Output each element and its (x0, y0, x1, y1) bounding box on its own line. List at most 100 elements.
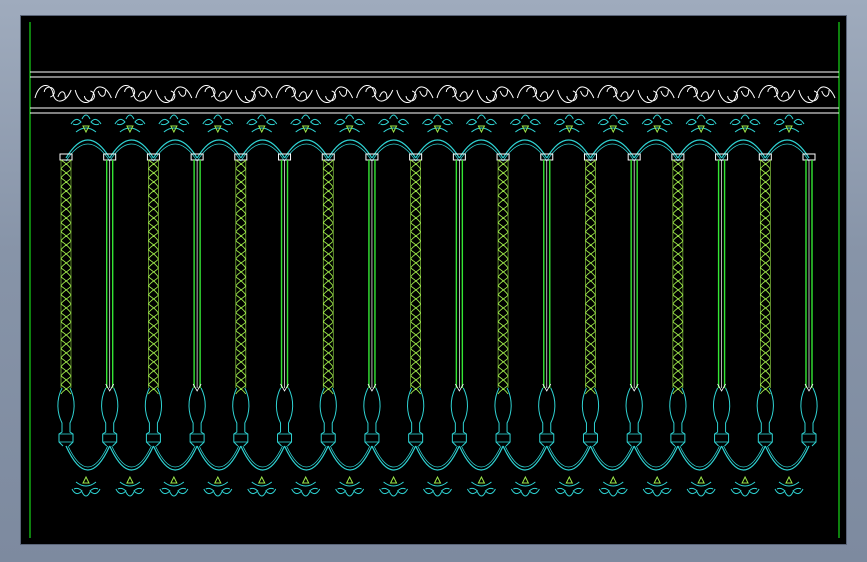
frieze-scroll (74, 86, 112, 103)
top-arch (721, 139, 766, 159)
straight-bar-baluster (538, 153, 556, 447)
top-fleur-ornament (773, 114, 805, 134)
bottom-arch-row (65, 445, 810, 471)
top-fleur-ornament (158, 114, 190, 134)
cad-viewport[interactable] (20, 15, 847, 545)
frieze-scroll (195, 85, 233, 102)
top-arch-inner (677, 143, 722, 162)
bottom-arch (109, 445, 154, 471)
straight-bar-baluster (800, 153, 818, 447)
top-fleur-ornament (597, 114, 629, 134)
top-arch-inner (502, 143, 548, 162)
top-arch-inner (546, 143, 591, 162)
top-fleur-ornament (553, 114, 585, 134)
top-arch-inner (240, 143, 285, 162)
top-arch-inner (196, 143, 242, 162)
bottom-arch-inner (548, 445, 589, 468)
railing-drawing (29, 22, 840, 538)
bottom-arch (589, 445, 635, 471)
bottom-fleur-ornament (423, 475, 452, 497)
twisted-rope-baluster (494, 153, 512, 447)
top-fleur-ornament (246, 114, 278, 134)
top-arch (458, 139, 504, 159)
twisted-rope-baluster (669, 153, 687, 447)
twisted-rope-baluster (756, 153, 774, 447)
top-arch-inner (284, 143, 329, 162)
top-arch (109, 139, 154, 159)
frieze-scroll (356, 85, 394, 102)
bottom-arch (196, 445, 242, 471)
top-arch-inner (415, 143, 460, 162)
bottom-arch-inner (766, 445, 808, 468)
bottom-arch-inner (111, 445, 152, 468)
top-arch-inner (65, 143, 111, 162)
bottom-ornament-row (71, 475, 804, 497)
frieze-scroll (717, 86, 756, 103)
twisted-rope-baluster (144, 153, 163, 447)
top-fleur-ornament (422, 114, 453, 134)
top-fleur-ornament (70, 114, 102, 134)
bottom-fleur-ornament (203, 475, 233, 497)
bottom-arch (65, 445, 111, 471)
scroll-frieze (30, 71, 839, 114)
bottom-fleur-ornament (159, 475, 189, 497)
top-arch-inner (459, 143, 504, 162)
frieze-scroll (235, 86, 273, 103)
frieze-scroll (436, 85, 474, 102)
top-fleur-ornament (114, 114, 146, 134)
straight-bar-baluster (275, 153, 294, 447)
bottom-fleur-ornament (379, 475, 409, 497)
top-arch-row (65, 139, 810, 162)
bottom-arch (764, 445, 810, 471)
straight-bar-baluster (101, 153, 119, 447)
frieze-scroll (476, 86, 514, 103)
top-arch (677, 139, 723, 159)
straight-bar-baluster (363, 153, 381, 447)
frieze-scroll (677, 85, 715, 102)
top-arch (371, 139, 417, 159)
frieze-scroll (637, 86, 675, 103)
frieze-scroll (597, 85, 635, 102)
bottom-fleur-ornament (598, 475, 628, 497)
bottom-fleur-ornament (247, 475, 277, 497)
bottom-arch-inner (460, 445, 502, 468)
top-arch (546, 139, 591, 159)
twisted-rope-baluster (581, 153, 600, 447)
top-arch (152, 139, 198, 159)
bottom-fleur-ornament (466, 475, 496, 497)
bottom-fleur-ornament (642, 475, 672, 497)
bottom-arch-inner (417, 445, 458, 468)
top-arch (764, 139, 810, 159)
top-arch (65, 139, 111, 159)
bottom-fleur-ornament (510, 475, 540, 497)
frieze-scroll (315, 86, 354, 103)
bottom-arch (633, 445, 679, 471)
bottom-fleur-ornament (71, 475, 101, 497)
top-arch (284, 139, 329, 159)
twisted-rope-baluster (407, 153, 425, 447)
straight-bar-baluster (188, 153, 206, 447)
twisted-rope-baluster (57, 153, 75, 447)
top-arch (633, 139, 679, 159)
top-arch-inner (590, 143, 635, 162)
top-fleur-ornament (202, 114, 234, 134)
baluster-row (57, 153, 818, 447)
top-arch-inner (327, 143, 373, 162)
bottom-arch (283, 445, 329, 471)
frieze-scroll (114, 85, 153, 102)
bottom-arch-inner (592, 445, 633, 468)
straight-bar-baluster (712, 153, 731, 447)
bottom-arch-inner (329, 445, 371, 468)
bottom-arch (546, 445, 592, 471)
bottom-fleur-ornament (686, 475, 716, 497)
top-arch-inner (721, 143, 766, 162)
bottom-arch (327, 445, 373, 471)
bottom-fleur-ornament (774, 475, 804, 497)
top-arch (589, 139, 635, 159)
frieze-scroll (34, 85, 72, 102)
straight-bar-baluster (450, 153, 468, 447)
bottom-arch-inner (679, 445, 720, 468)
top-arch-inner (633, 143, 679, 162)
bottom-arch (371, 445, 417, 471)
top-fleur-ornament (334, 114, 366, 134)
